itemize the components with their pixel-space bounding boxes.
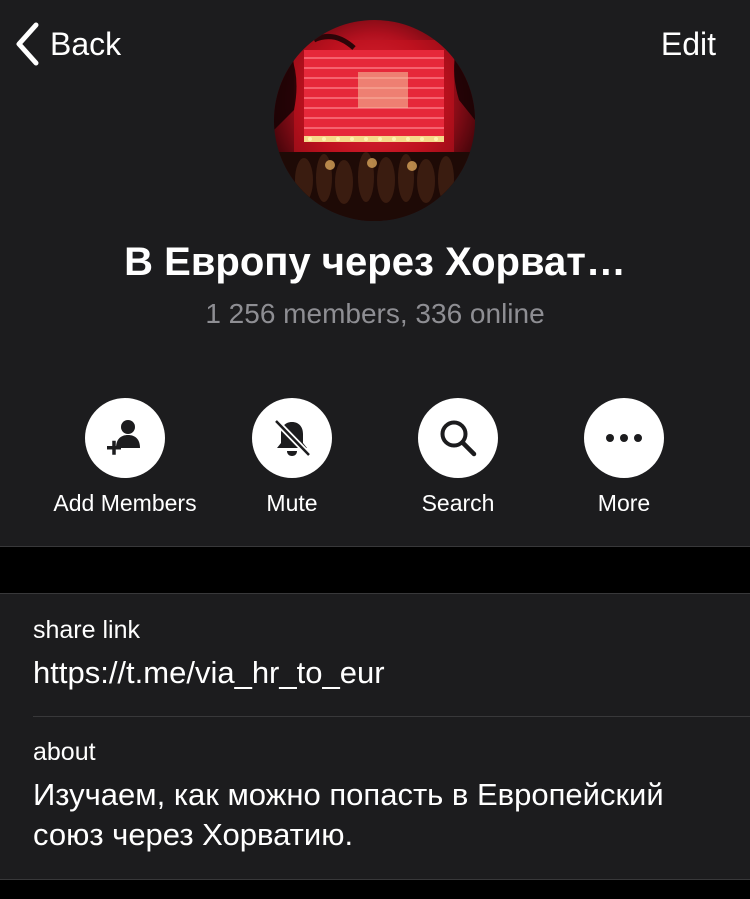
- share-link-row[interactable]: share link https://t.me/via_hr_to_eur: [33, 616, 750, 693]
- add-members-button[interactable]: Add Members: [40, 398, 210, 517]
- group-title: В Европу через Хорват…: [124, 240, 626, 284]
- back-label: Back: [50, 25, 122, 62]
- mute-button[interactable]: Mute: [207, 398, 377, 517]
- back-button[interactable]: Back: [14, 20, 121, 68]
- more-dots-icon: [584, 398, 664, 478]
- group-header: Back Edit В Европу через Хорват… 1 256 m…: [0, 0, 750, 547]
- group-avatar[interactable]: [274, 20, 475, 221]
- chevron-left-icon: [14, 22, 40, 66]
- search-icon: [418, 398, 498, 478]
- share-link-label: share link: [33, 616, 140, 644]
- more-label: More: [597, 490, 651, 516]
- add-members-label: Add Members: [53, 490, 197, 516]
- about-row: about Изучаем, как можно попасть в Европ…: [33, 738, 750, 855]
- about-text: Изучаем, как можно попасть в Европейский…: [33, 777, 664, 852]
- edit-button[interactable]: Edit: [661, 20, 716, 68]
- more-button[interactable]: More: [539, 398, 709, 517]
- bell-slash-icon: [252, 398, 332, 478]
- search-label: Search: [421, 490, 495, 516]
- search-button[interactable]: Search: [373, 398, 543, 517]
- divider: [33, 716, 750, 717]
- mute-label: Mute: [266, 490, 318, 516]
- add-member-icon: [85, 398, 165, 478]
- group-info-section: share link https://t.me/via_hr_to_eur ab…: [0, 593, 750, 880]
- member-count: 1 256 members, 336 online: [205, 298, 545, 329]
- about-label: about: [33, 738, 96, 766]
- share-link-value[interactable]: https://t.me/via_hr_to_eur: [33, 653, 750, 693]
